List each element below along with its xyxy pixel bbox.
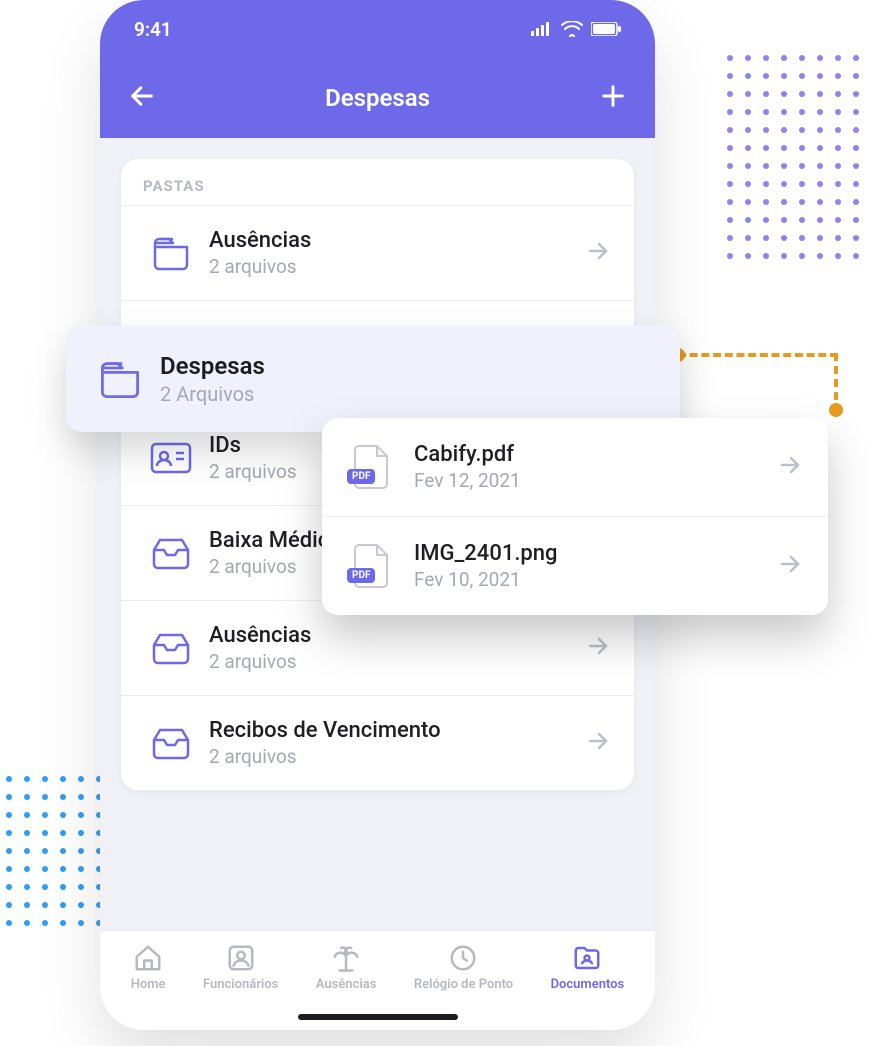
- file-row[interactable]: PDF IMG_2401.png Fev 10, 2021: [322, 516, 828, 615]
- folder-row-ausencias[interactable]: Ausências 2 arquivos: [121, 205, 634, 300]
- tab-home[interactable]: Home: [131, 943, 166, 992]
- pdf-badge: PDF: [347, 568, 375, 583]
- pdf-file-icon: PDF: [353, 444, 391, 490]
- folder-subtitle: 2 arquivos: [209, 745, 586, 768]
- inbox-icon: [150, 726, 192, 760]
- back-button[interactable]: [128, 82, 156, 114]
- id-card-icon: [150, 442, 192, 474]
- file-date: Fev 12, 2021: [414, 469, 778, 492]
- chevron-right-icon: [586, 239, 610, 267]
- wifi-icon: [561, 21, 583, 37]
- signal-icon: [531, 22, 553, 36]
- file-row[interactable]: PDF Cabify.pdf Fev 12, 2021: [322, 418, 828, 516]
- folder-subtitle: 2 arquivos: [209, 255, 586, 278]
- folder-subtitle: 2 arquivos: [209, 650, 586, 673]
- section-label: PASTAS: [121, 159, 634, 205]
- chevron-right-icon: [778, 453, 802, 481]
- chevron-right-icon: [586, 634, 610, 662]
- chevron-right-icon: [586, 729, 610, 757]
- file-name: Cabify.pdf: [414, 442, 778, 467]
- folder-name: Despesas: [160, 352, 652, 380]
- folder-icon: [98, 359, 142, 399]
- home-icon: [133, 943, 163, 973]
- decorative-dashed-connector: [678, 353, 848, 413]
- inbox-icon: [150, 631, 192, 665]
- tab-label: Documentos: [551, 977, 625, 992]
- folder-name: Ausências: [209, 228, 586, 253]
- tab-label: Home: [131, 977, 166, 992]
- page-title: Despesas: [325, 84, 430, 112]
- tab-label: Relógio de Ponto: [414, 977, 513, 992]
- pdf-badge: PDF: [347, 469, 375, 484]
- tab-ausencias[interactable]: Ausências: [316, 943, 377, 992]
- files-panel: PDF Cabify.pdf Fev 12, 2021 PDF IMG_2401…: [322, 418, 828, 615]
- palm-icon: [331, 943, 361, 973]
- app-bar: Despesas: [100, 58, 655, 138]
- documents-icon: [572, 943, 602, 973]
- tab-label: Ausências: [316, 977, 377, 992]
- tab-funcionarios[interactable]: Funcionários: [203, 943, 278, 992]
- add-button[interactable]: [599, 82, 627, 114]
- status-time: 9:41: [134, 18, 172, 41]
- folder-subtitle: 2 Arquivos: [160, 382, 652, 406]
- clock-icon: [448, 943, 478, 973]
- decorative-dots-purple: [727, 55, 859, 259]
- chevron-right-icon: [778, 552, 802, 580]
- file-date: Fev 10, 2021: [414, 568, 778, 591]
- status-bar: 9:41: [100, 0, 655, 58]
- folder-row-recibos[interactable]: Recibos de Vencimento 2 arquivos: [121, 695, 634, 790]
- inbox-icon: [150, 536, 192, 570]
- tab-relogio[interactable]: Relógio de Ponto: [414, 943, 513, 992]
- plus-icon: [599, 82, 627, 110]
- tab-documentos[interactable]: Documentos: [551, 943, 625, 992]
- tab-label: Funcionários: [203, 977, 278, 992]
- home-indicator: [298, 1014, 458, 1020]
- arrow-left-icon: [128, 82, 156, 110]
- folder-row-despesas-selected[interactable]: Despesas 2 Arquivos: [66, 326, 680, 432]
- pdf-file-icon: PDF: [353, 543, 391, 589]
- file-name: IMG_2401.png: [414, 541, 778, 566]
- folder-name: Ausências: [209, 623, 586, 648]
- folder-icon: [151, 235, 191, 271]
- employees-icon: [226, 943, 256, 973]
- decorative-dots-blue: [6, 776, 102, 926]
- battery-icon: [591, 22, 621, 36]
- folder-name: Recibos de Vencimento: [209, 718, 586, 743]
